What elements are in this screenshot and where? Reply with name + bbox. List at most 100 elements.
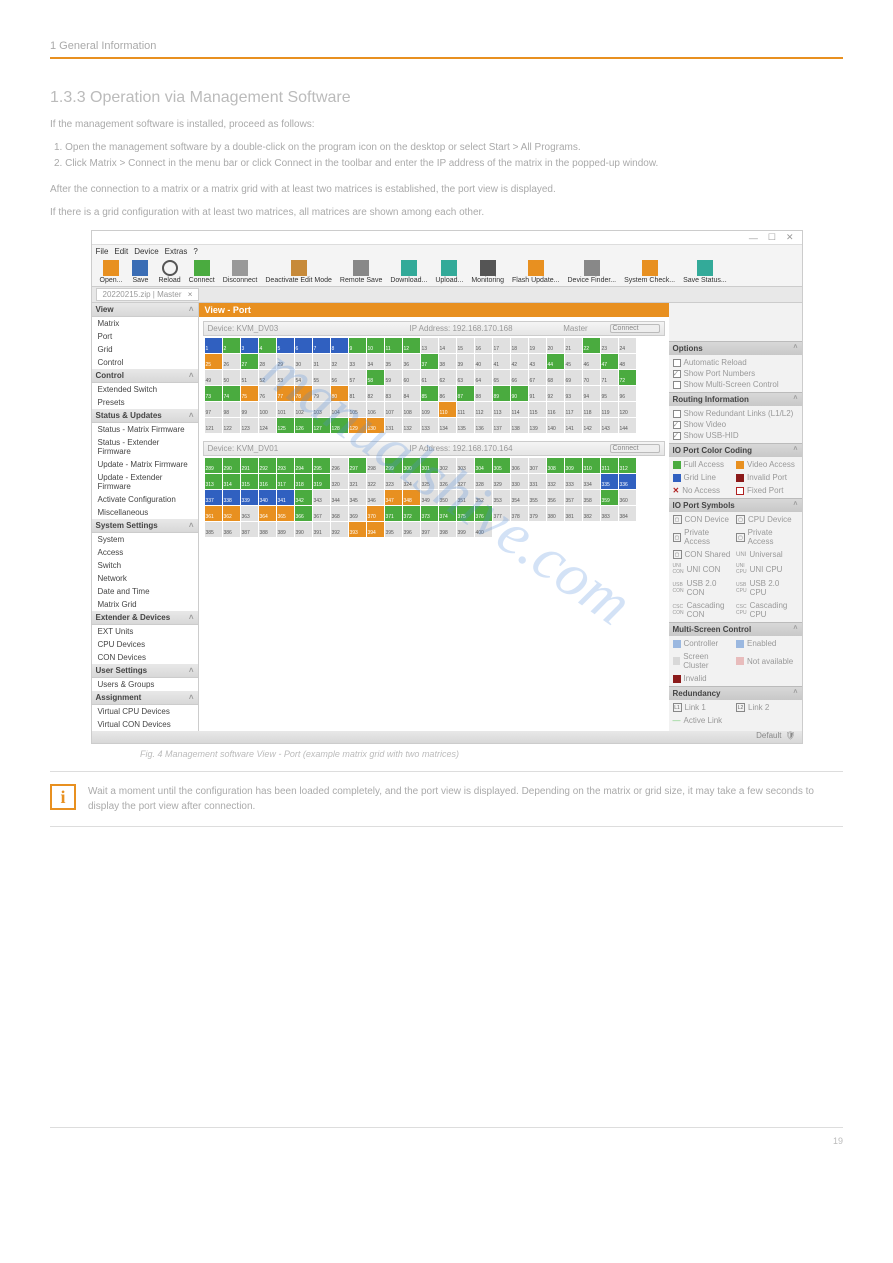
routing-header[interactable]: Routing Information	[669, 392, 802, 406]
port-cell[interactable]: 1	[205, 338, 222, 353]
port-cell[interactable]: 8	[331, 338, 348, 353]
port-cell[interactable]: 373	[421, 506, 438, 521]
port-cell[interactable]: 302	[439, 458, 456, 473]
port-cell[interactable]: 291	[241, 458, 258, 473]
port-cell[interactable]: 60	[403, 370, 420, 385]
port-cell[interactable]: 135	[457, 418, 474, 433]
port-cell[interactable]: 11	[385, 338, 402, 353]
port-cell[interactable]: 334	[583, 474, 600, 489]
port-cell[interactable]: 13	[421, 338, 438, 353]
port-cell[interactable]: 317	[277, 474, 294, 489]
port-cell[interactable]: 300	[403, 458, 420, 473]
port-cell[interactable]: 337	[205, 490, 222, 505]
port-cell[interactable]: 102	[295, 402, 312, 417]
port-cell[interactable]: 342	[295, 490, 312, 505]
port-cell[interactable]: 319	[313, 474, 330, 489]
port-cell[interactable]: 325	[421, 474, 438, 489]
maximize-button[interactable]: ☐	[768, 232, 776, 243]
close-button[interactable]: ✕	[786, 232, 794, 243]
sidebar-section-view[interactable]: View	[92, 303, 198, 317]
port-cell[interactable]: 327	[457, 474, 474, 489]
port-cell[interactable]: 367	[313, 506, 330, 521]
port-cell[interactable]: 350	[439, 490, 456, 505]
port-cell[interactable]: 331	[529, 474, 546, 489]
port-cell[interactable]: 392	[331, 522, 348, 537]
auto-reload-checkbox[interactable]	[673, 359, 681, 367]
port-cell[interactable]: 295	[313, 458, 330, 473]
port-cell[interactable]: 320	[331, 474, 348, 489]
port-cell[interactable]: 82	[367, 386, 384, 401]
port-cell[interactable]: 110	[439, 402, 456, 417]
port-cell[interactable]: 369	[349, 506, 366, 521]
port-cell[interactable]: 94	[583, 386, 600, 401]
port-cell[interactable]: 362	[223, 506, 240, 521]
port-cell[interactable]: 73	[205, 386, 222, 401]
port-cell[interactable]: 353	[493, 490, 510, 505]
toolbar-open-button[interactable]: Open...	[96, 260, 127, 284]
port-cell[interactable]: 124	[259, 418, 276, 433]
port-cell[interactable]: 355	[529, 490, 546, 505]
port-cell[interactable]: 34	[367, 354, 384, 369]
minimize-button[interactable]: —	[749, 233, 758, 243]
port-cell[interactable]: 297	[349, 458, 366, 473]
port-cell[interactable]: 364	[259, 506, 276, 521]
port-cell[interactable]: 390	[295, 522, 312, 537]
port-cell[interactable]: 294	[295, 458, 312, 473]
port-cell[interactable]: 38	[439, 354, 456, 369]
menu-extras[interactable]: Extras	[165, 247, 188, 256]
port-cell[interactable]: 383	[601, 506, 618, 521]
toolbar-download-button[interactable]: Download...	[386, 260, 431, 284]
port-cell[interactable]: 19	[529, 338, 546, 353]
port-cell[interactable]: 3	[241, 338, 258, 353]
port-cell[interactable]: 48	[619, 354, 636, 369]
port-cell[interactable]: 15	[457, 338, 474, 353]
port-cell[interactable]: 395	[385, 522, 402, 537]
port-cell[interactable]: 22	[583, 338, 600, 353]
sidebar-section-assignment[interactable]: Assignment	[92, 691, 198, 705]
sidebar-item-grid[interactable]: Grid	[92, 343, 198, 356]
sidebar-item-presets[interactable]: Presets	[92, 396, 198, 409]
port-cell[interactable]: 16	[475, 338, 492, 353]
toolbar-save-button[interactable]: Save	[126, 260, 154, 284]
port-cell[interactable]: 141	[565, 418, 582, 433]
port-cell[interactable]: 112	[475, 402, 492, 417]
port-cell[interactable]: 292	[259, 458, 276, 473]
port-cell[interactable]: 306	[511, 458, 528, 473]
toolbar-remote-button[interactable]: Remote Save	[336, 260, 386, 284]
port-cell[interactable]: 12	[403, 338, 420, 353]
options-header[interactable]: Options	[669, 341, 802, 355]
port-cell[interactable]: 400	[475, 522, 492, 537]
port-symbols-header[interactable]: IO Port Symbols	[669, 498, 802, 512]
port-cell[interactable]: 349	[421, 490, 438, 505]
port-cell[interactable]: 119	[601, 402, 618, 417]
sidebar-section-extender-devices[interactable]: Extender & Devices	[92, 611, 198, 625]
port-cell[interactable]: 330	[511, 474, 528, 489]
port-cell[interactable]: 25	[205, 354, 222, 369]
port-cell[interactable]: 7	[313, 338, 330, 353]
port-cell[interactable]: 49	[205, 370, 222, 385]
port-cell[interactable]: 130	[367, 418, 384, 433]
port-cell[interactable]: 385	[205, 522, 222, 537]
port-cell[interactable]: 37	[421, 354, 438, 369]
sidebar-section-user-settings[interactable]: User Settings	[92, 664, 198, 678]
port-cell[interactable]: 57	[349, 370, 366, 385]
port-cell[interactable]: 312	[619, 458, 636, 473]
port-cell[interactable]: 95	[601, 386, 618, 401]
port-cell[interactable]: 315	[241, 474, 258, 489]
port-cell[interactable]: 133	[421, 418, 438, 433]
port-cell[interactable]: 366	[295, 506, 312, 521]
sidebar-section-control[interactable]: Control	[92, 369, 198, 383]
show-msc-checkbox[interactable]	[673, 381, 681, 389]
port-cell[interactable]: 108	[403, 402, 420, 417]
port-cell[interactable]: 40	[475, 354, 492, 369]
toolbar-deact-button[interactable]: Deactivate Edit Mode	[261, 260, 336, 284]
port-cell[interactable]: 36	[403, 354, 420, 369]
sidebar-item-con-devices[interactable]: CON Devices	[92, 651, 198, 664]
port-cell[interactable]: 55	[313, 370, 330, 385]
port-cell[interactable]: 132	[403, 418, 420, 433]
port-cell[interactable]: 30	[295, 354, 312, 369]
port-cell[interactable]: 39	[457, 354, 474, 369]
sidebar-item-network[interactable]: Network	[92, 572, 198, 585]
port-cell[interactable]: 399	[457, 522, 474, 537]
port-cell[interactable]: 78	[295, 386, 312, 401]
